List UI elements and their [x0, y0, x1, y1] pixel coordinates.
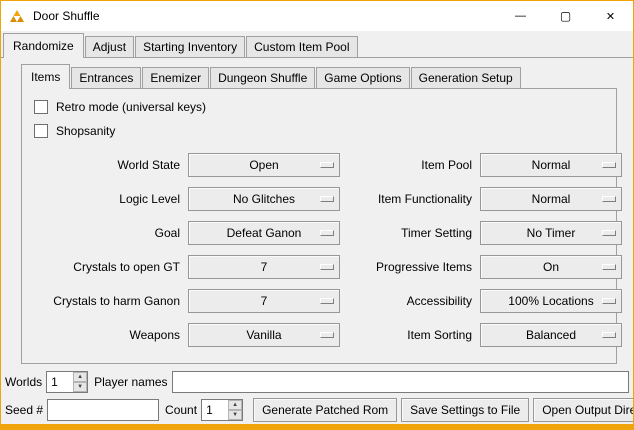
crystals-ganon-value: 7	[261, 294, 268, 308]
tab-generation-setup[interactable]: Generation Setup	[411, 67, 521, 88]
dropdown-indicator-icon	[602, 230, 616, 236]
seed-label: Seed #	[5, 403, 43, 417]
crystals-ganon-label: Crystals to harm Ganon	[26, 294, 182, 308]
retro-mode-checkbox[interactable]	[34, 100, 48, 114]
items-pane: Retro mode (universal keys) Shopsanity W…	[21, 89, 617, 364]
count-spinner-arrows: ▲ ▼	[228, 400, 242, 420]
item-sorting-label: Item Sorting	[346, 328, 474, 342]
seed-row: Seed # Count 1 ▲ ▼ Generate Patched Rom …	[5, 398, 629, 422]
timer-setting-dropdown[interactable]: No Timer	[480, 221, 622, 245]
dropdown-indicator-icon	[602, 298, 616, 304]
generate-rom-button[interactable]: Generate Patched Rom	[253, 398, 397, 422]
main-tab-bar: Randomize Adjust Starting Inventory Cust…	[1, 33, 633, 58]
item-functionality-dropdown[interactable]: Normal	[480, 187, 622, 211]
tab-starting-inventory[interactable]: Starting Inventory	[135, 36, 245, 57]
logic-level-dropdown[interactable]: No Glitches	[188, 187, 340, 211]
sub-tab-bar: Items Entrances Enemizer Dungeon Shuffle…	[21, 64, 617, 89]
spinner-up-icon[interactable]: ▲	[73, 372, 87, 382]
dropdown-indicator-icon	[320, 264, 334, 270]
window-controls: — ▢ ✕	[498, 1, 633, 31]
shopsanity-checkbox[interactable]	[34, 124, 48, 138]
options-grid: World State Open Item Pool Normal Logic …	[26, 153, 612, 347]
accessibility-label: Accessibility	[346, 294, 474, 308]
tab-adjust[interactable]: Adjust	[85, 36, 134, 57]
count-spinner[interactable]: 1 ▲ ▼	[201, 399, 243, 421]
dropdown-indicator-icon	[320, 196, 334, 202]
weapons-value: Vanilla	[246, 328, 281, 342]
item-sorting-value: Balanced	[526, 328, 576, 342]
minimize-icon[interactable]: —	[498, 1, 543, 31]
retro-mode-row: Retro mode (universal keys)	[34, 95, 612, 119]
dropdown-indicator-icon	[602, 264, 616, 270]
maximize-icon[interactable]: ▢	[543, 1, 588, 31]
progressive-items-dropdown[interactable]: On	[480, 255, 622, 279]
timer-setting-value: No Timer	[527, 226, 576, 240]
tab-game-options[interactable]: Game Options	[316, 67, 409, 88]
logic-level-label: Logic Level	[26, 192, 182, 206]
weapons-dropdown[interactable]: Vanilla	[188, 323, 340, 347]
item-pool-value: Normal	[532, 158, 571, 172]
shopsanity-row: Shopsanity	[34, 119, 612, 143]
goal-label: Goal	[26, 226, 182, 240]
dropdown-indicator-icon	[320, 298, 334, 304]
accessibility-value: 100% Locations	[508, 294, 593, 308]
progressive-items-label: Progressive Items	[346, 260, 474, 274]
bottom-panel: Worlds 1 ▲ ▼ Player names Seed # Count 1…	[5, 370, 629, 422]
worlds-spinner-arrows: ▲ ▼	[73, 372, 87, 392]
item-sorting-dropdown[interactable]: Balanced	[480, 323, 622, 347]
count-value: 1	[202, 400, 228, 420]
world-state-label: World State	[26, 158, 182, 172]
tab-entrances[interactable]: Entrances	[71, 67, 141, 88]
goal-dropdown[interactable]: Defeat Ganon	[188, 221, 340, 245]
worlds-spinner[interactable]: 1 ▲ ▼	[46, 371, 88, 393]
goal-value: Defeat Ganon	[227, 226, 302, 240]
crystals-gt-dropdown[interactable]: 7	[188, 255, 340, 279]
item-pool-label: Item Pool	[346, 158, 474, 172]
item-pool-dropdown[interactable]: Normal	[480, 153, 622, 177]
randomize-pane: Items Entrances Enemizer Dungeon Shuffle…	[21, 64, 617, 364]
titlebar: Door Shuffle — ▢ ✕	[1, 1, 633, 31]
world-state-value: Open	[249, 158, 278, 172]
worlds-row: Worlds 1 ▲ ▼ Player names	[5, 370, 629, 394]
player-names-label: Player names	[94, 375, 167, 389]
tab-enemizer[interactable]: Enemizer	[142, 67, 209, 88]
dropdown-indicator-icon	[602, 332, 616, 338]
tab-dungeon-shuffle[interactable]: Dungeon Shuffle	[210, 67, 315, 88]
spinner-down-icon[interactable]: ▼	[73, 382, 87, 392]
crystals-gt-label: Crystals to open GT	[26, 260, 182, 274]
accessibility-dropdown[interactable]: 100% Locations	[480, 289, 622, 313]
save-settings-button[interactable]: Save Settings to File	[401, 398, 529, 422]
dropdown-indicator-icon	[320, 230, 334, 236]
app-icon	[9, 8, 25, 24]
player-names-input[interactable]	[172, 371, 630, 393]
tab-items[interactable]: Items	[21, 64, 70, 89]
item-functionality-label: Item Functionality	[346, 192, 474, 206]
timer-setting-label: Timer Setting	[346, 226, 474, 240]
world-state-dropdown[interactable]: Open	[188, 153, 340, 177]
count-label: Count	[165, 403, 197, 417]
progressive-items-value: On	[543, 260, 559, 274]
dropdown-indicator-icon	[602, 196, 616, 202]
crystals-gt-value: 7	[261, 260, 268, 274]
tab-randomize[interactable]: Randomize	[3, 33, 84, 58]
dropdown-indicator-icon	[320, 162, 334, 168]
worlds-label: Worlds	[5, 375, 42, 389]
shopsanity-label: Shopsanity	[56, 124, 115, 138]
open-output-button[interactable]: Open Output Directory	[533, 398, 634, 422]
crystals-ganon-dropdown[interactable]: 7	[188, 289, 340, 313]
dropdown-indicator-icon	[320, 332, 334, 338]
close-icon[interactable]: ✕	[588, 1, 633, 31]
spinner-up-icon[interactable]: ▲	[228, 400, 242, 410]
seed-input[interactable]	[47, 399, 159, 421]
retro-mode-label: Retro mode (universal keys)	[56, 100, 206, 114]
spinner-down-icon[interactable]: ▼	[228, 410, 242, 420]
tab-custom-item-pool[interactable]: Custom Item Pool	[246, 36, 357, 57]
weapons-label: Weapons	[26, 328, 182, 342]
item-functionality-value: Normal	[532, 192, 571, 206]
window-title: Door Shuffle	[33, 9, 100, 23]
app-window: Door Shuffle — ▢ ✕ Randomize Adjust Star…	[0, 0, 634, 430]
worlds-value: 1	[47, 372, 73, 392]
logic-level-value: No Glitches	[233, 192, 295, 206]
dropdown-indicator-icon	[602, 162, 616, 168]
